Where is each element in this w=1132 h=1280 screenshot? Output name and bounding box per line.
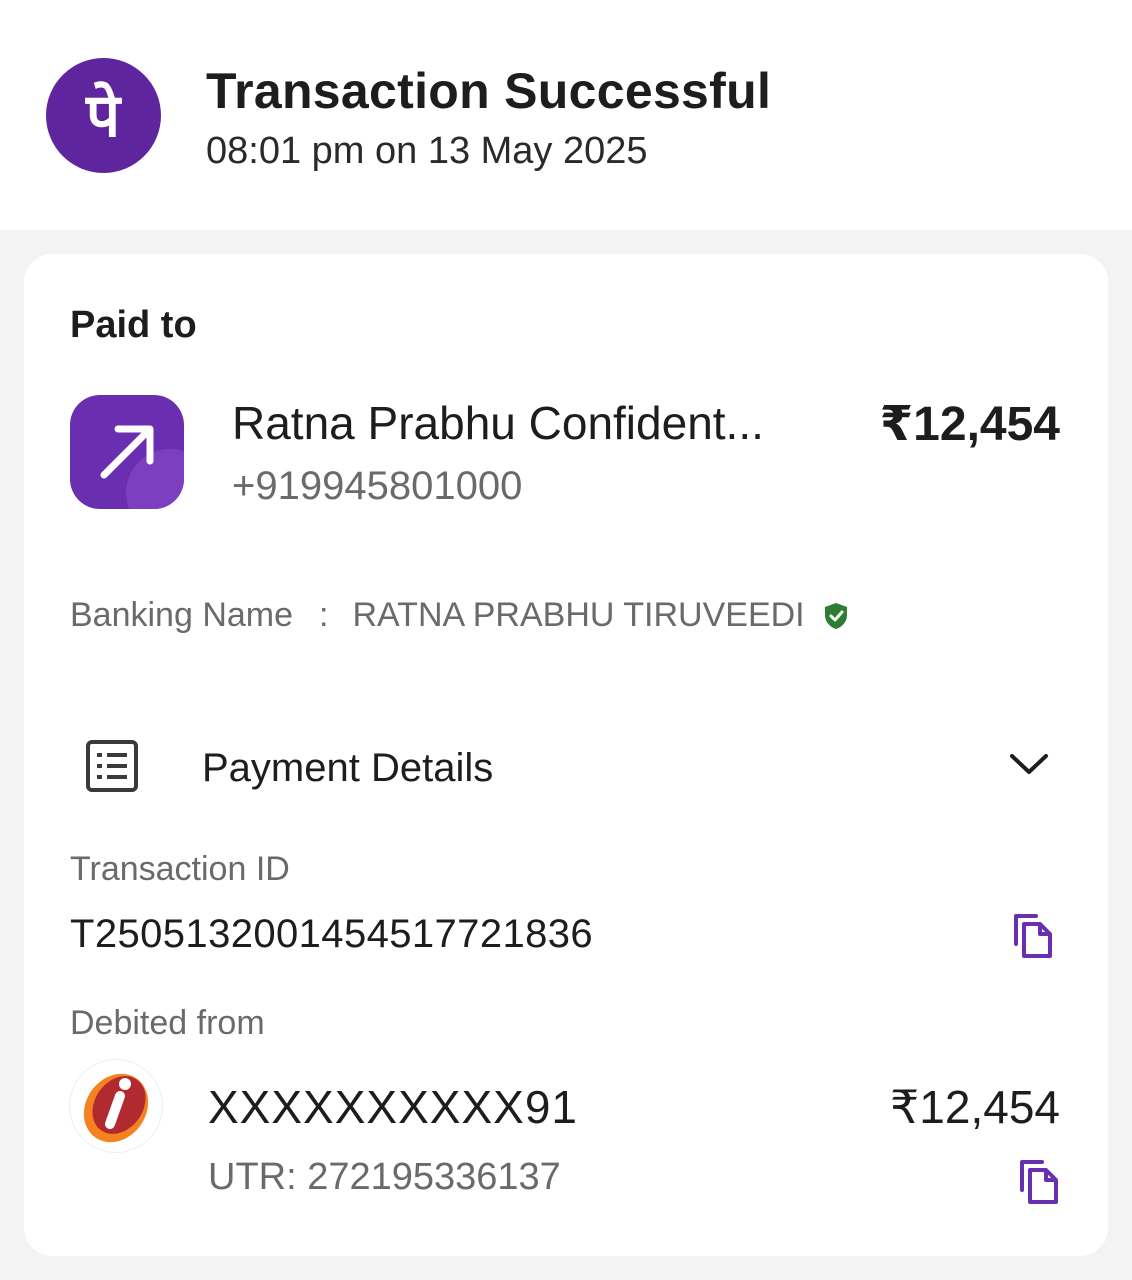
transaction-card: Paid to Ratna Prabhu Confident... +91994… xyxy=(24,254,1108,1256)
transaction-status-title: Transaction Successful xyxy=(206,63,772,119)
copy-utr-icon[interactable] xyxy=(1014,1156,1062,1208)
chevron-down-icon[interactable] xyxy=(1004,744,1054,784)
debited-from-label: Debited from xyxy=(70,1004,265,1042)
payee-name: Ratna Prabhu Confident... xyxy=(232,397,764,449)
banking-name-label: Banking Name xyxy=(70,596,294,634)
payment-details-title[interactable]: Payment Details xyxy=(202,746,493,791)
payee-phone: +919945801000 xyxy=(232,464,523,508)
transaction-id-label: Transaction ID xyxy=(70,850,290,888)
debit-amount: ₹12,454 xyxy=(890,1081,1060,1133)
icici-bank-logo-icon xyxy=(70,1060,162,1152)
paid-amount: ₹12,454 xyxy=(879,398,1060,451)
debit-account-number: XXXXXXXXXX91 xyxy=(208,1081,578,1133)
arrow-up-right-icon xyxy=(70,395,184,509)
receipt-list-icon xyxy=(84,738,140,794)
svg-text:पे: पे xyxy=(85,81,122,151)
paid-to-label: Paid to xyxy=(70,304,197,346)
banking-name-separator: : xyxy=(319,596,329,634)
utr-number: UTR: 272195336137 xyxy=(208,1156,561,1198)
banking-name-value: RATNA PRABHU TIRUVEEDI xyxy=(352,596,805,634)
transaction-id-value: T2505132001454517721836 xyxy=(70,912,594,956)
transaction-header: पे Transaction Successful 08:01 pm on 13… xyxy=(0,0,1132,230)
banking-name-row: Banking Name : RATNA PRABHU TIRUVEEDI xyxy=(70,596,851,635)
copy-transaction-id-icon[interactable] xyxy=(1008,910,1056,962)
verified-shield-icon xyxy=(821,601,851,631)
phonepe-logo-icon: पे xyxy=(46,58,161,173)
transaction-datetime: 08:01 pm on 13 May 2025 xyxy=(206,130,648,172)
